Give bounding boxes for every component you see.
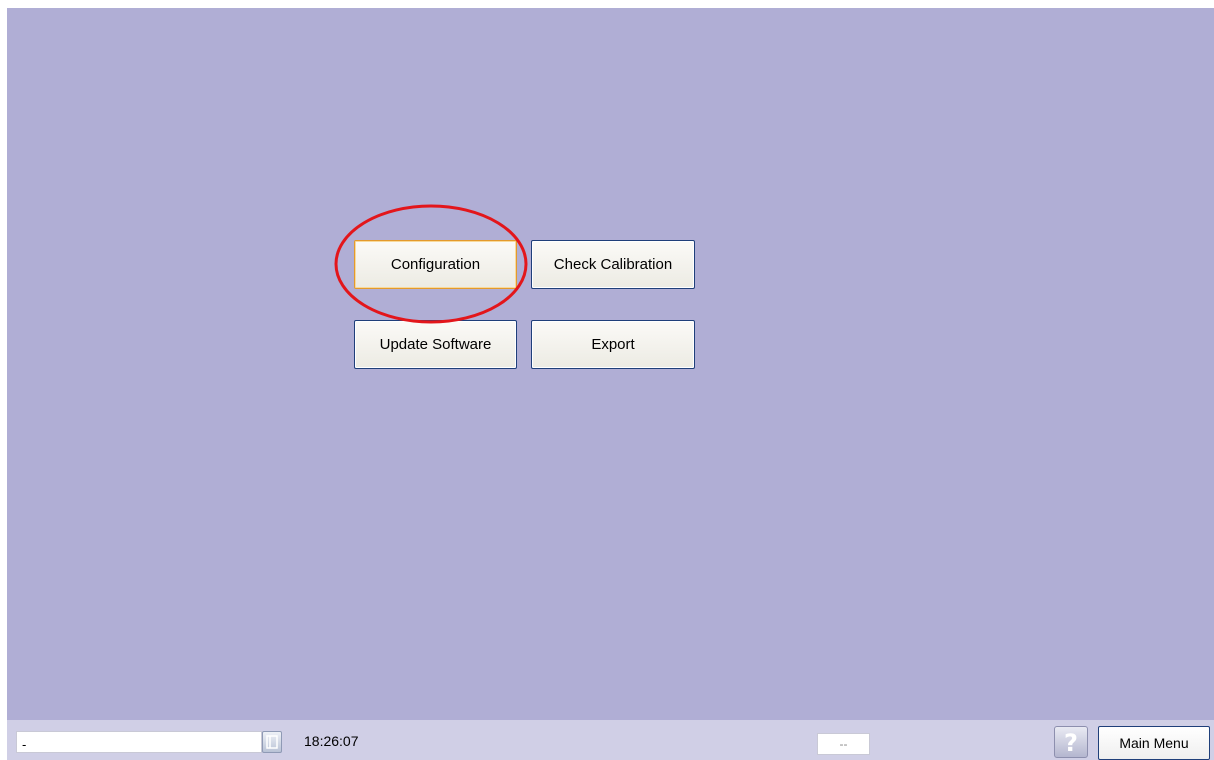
update-software-button[interactable]: Update Software [354, 320, 517, 369]
restore-window-glyph [266, 735, 278, 749]
configuration-button[interactable]: Configuration [354, 240, 517, 289]
clock-time: 18:26:07 [304, 733, 359, 749]
restore-window-icon[interactable] [262, 731, 282, 753]
help-button[interactable]: ? [1054, 726, 1088, 758]
status-bar: - 18:26:07 -- ? Main Menu [7, 720, 1214, 760]
export-button[interactable]: Export [531, 320, 695, 369]
app-window: Configuration Check Calibration Update S… [0, 0, 1214, 760]
question-mark-icon: ? [1064, 729, 1078, 755]
main-menu-button[interactable]: Main Menu [1098, 726, 1210, 760]
status-text-field[interactable]: - [16, 731, 262, 753]
check-calibration-button[interactable]: Check Calibration [531, 240, 695, 289]
svg-text:?: ? [1064, 729, 1078, 755]
status-center-field: -- [817, 733, 870, 755]
